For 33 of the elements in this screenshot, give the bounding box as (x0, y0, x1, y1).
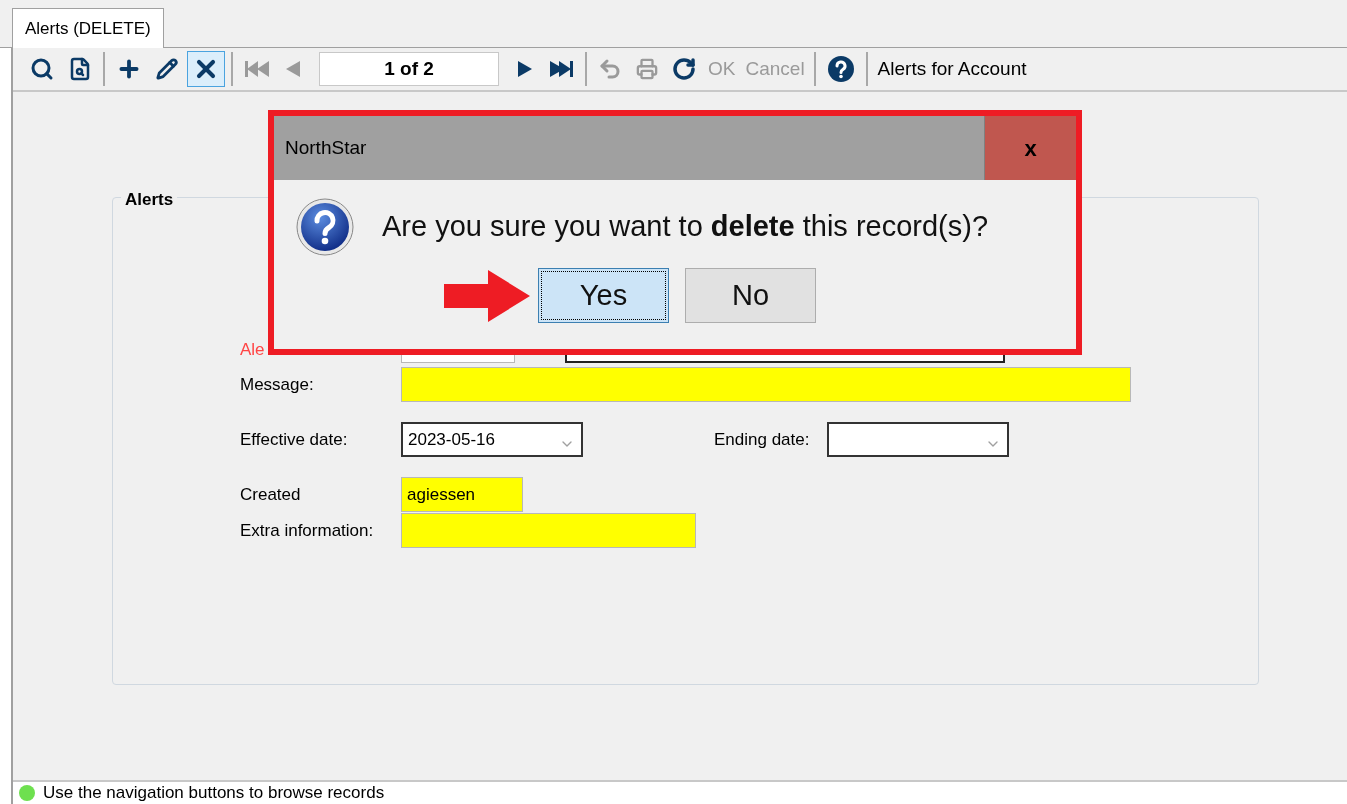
text-field[interactable] (401, 513, 696, 548)
field-label: Ending date: (714, 428, 810, 451)
search-icon (30, 57, 54, 81)
print-icon (636, 58, 658, 80)
document-search-icon (68, 57, 92, 81)
status-text: Use the navigation buttons to browse records (43, 782, 385, 804)
field-label: Extra information: (240, 519, 375, 542)
undo-icon (598, 57, 622, 81)
refresh-icon (672, 57, 696, 81)
field-label: Effective date: (240, 428, 349, 451)
tab[interactable]: Alerts (DELETE) (12, 8, 164, 48)
previous-record-icon (284, 59, 302, 79)
pencil-icon (156, 58, 178, 80)
help-icon (826, 55, 855, 83)
dialog-button[interactable]: No (685, 268, 816, 323)
field-label: Ale (240, 339, 266, 362)
date-dropdown[interactable] (827, 422, 1010, 457)
toolbar-caption: Alerts for Account (877, 56, 1027, 81)
dialog-message: Are you sure you want to delete this record(s)? (382, 209, 989, 245)
record-position-field[interactable]: 1 of 2 (319, 52, 499, 86)
text-field[interactable] (401, 367, 1131, 402)
dialog-title: NorthStar (284, 135, 367, 160)
field-label: Created (240, 483, 302, 506)
dialog-button[interactable]: Yes (538, 268, 669, 323)
toolbar-button[interactable] (187, 51, 225, 87)
text-field[interactable]: agiessen (401, 477, 523, 512)
close-button[interactable]: x (984, 116, 1076, 180)
next-record-icon (516, 59, 534, 79)
question-icon (296, 198, 354, 256)
field-label: Message: (240, 373, 315, 396)
first-record-icon (244, 59, 270, 79)
date-dropdown[interactable]: 2023-05-16 (401, 422, 583, 457)
last-record-icon (548, 59, 574, 79)
